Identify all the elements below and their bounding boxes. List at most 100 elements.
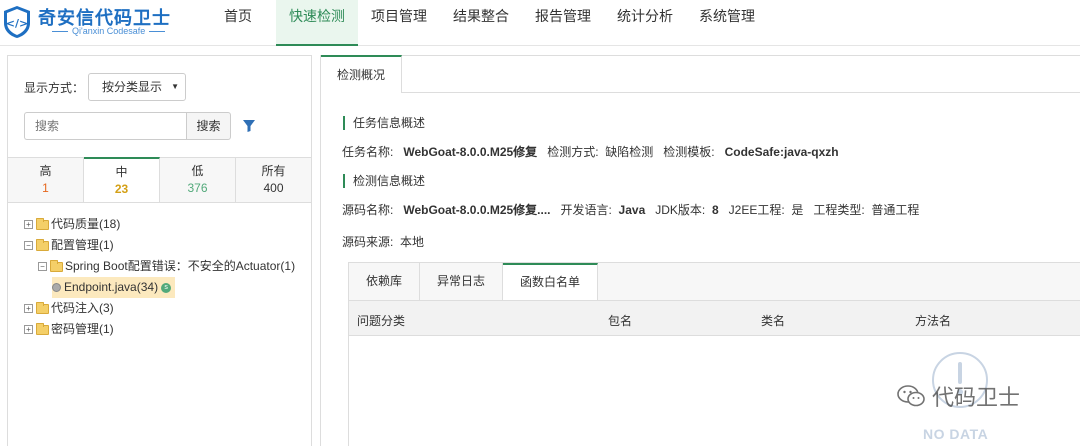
jdk-label: JDK版本: (655, 203, 706, 217)
expand-icon[interactable]: + (24, 220, 33, 229)
detail-tabs: 依赖库 异常日志 函数白名单 (348, 262, 1080, 301)
column-header-method[interactable]: 方法名 (915, 312, 951, 329)
tab-dependencies[interactable]: 依赖库 (349, 263, 421, 300)
tree-node[interactable]: − Spring Boot配置错误：不安全的Actuator(1) (24, 256, 309, 277)
j2ee-label: J2EE工程: (728, 203, 785, 217)
tree-node-label: 代码注入(3) (51, 301, 114, 315)
level-count: 376 (187, 181, 208, 195)
level-count: 1 (42, 181, 49, 195)
display-mode-label: 显示方式： (24, 80, 85, 95)
watermark: 代码卫士 (896, 380, 1020, 412)
search-row: 搜索 (24, 112, 256, 140)
tree-node[interactable]: Endpoint.java(34) s (24, 277, 309, 298)
detect-method-label: 检测方式: (547, 145, 599, 159)
nav-system[interactable]: 系统管理 (686, 0, 768, 46)
j2ee-value: 是 (791, 203, 804, 217)
search-input[interactable] (24, 112, 186, 140)
table-header: 问题分类 包名 类名 方法名 (349, 300, 1080, 336)
top-header: </> 奇安信代码卫士 Qi'anxin Codesafe 首页 快速检测 项目… (0, 0, 1080, 46)
task-info-line: 任务名称: WebGoat-8.0.0.M25修复 检测方式: 缺陷检测 检测模… (342, 143, 839, 160)
task-name-label: 任务名称: (342, 145, 394, 159)
source-name-value: WebGoat-8.0.0.M25修复.... (403, 203, 551, 217)
tab-high[interactable]: 高 1 (8, 158, 84, 202)
detect-section-title: 检测信息概述 (343, 174, 425, 188)
level-count: 23 (114, 182, 129, 196)
source-origin-value: 本地 (400, 235, 425, 249)
tab-error-log[interactable]: 异常日志 (420, 263, 504, 300)
level-name: 低 (191, 164, 204, 178)
tree-node-label: 代码质量(18) (51, 217, 121, 231)
tree-node-label: Spring Boot配置错误：不安全的Actuator(1) (65, 259, 296, 273)
nav-results[interactable]: 结果整合 (440, 0, 522, 46)
tree-node-label: Endpoint.java(34) (64, 280, 159, 294)
task-name-value: WebGoat-8.0.0.M25修复 (403, 145, 538, 159)
nav-statistics[interactable]: 统计分析 (604, 0, 686, 46)
folder-open-icon (50, 259, 63, 272)
svg-text:</>: </> (6, 17, 28, 30)
tree-node[interactable]: − 配置管理(1) (24, 235, 309, 256)
detect-method-value: 缺陷检测 (605, 145, 654, 159)
tab-divider (402, 92, 1080, 93)
main-nav: 首页 快速检测 项目管理 结果整合 报告管理 统计分析 系统管理 (200, 0, 768, 46)
tab-function-whitelist[interactable]: 函数白名单 (503, 263, 599, 301)
wechat-icon (897, 385, 925, 407)
display-mode-row: 显示方式： 按分类显示 ▼ (24, 73, 187, 101)
jdk-value: 8 (711, 203, 719, 217)
level-name: 中 (115, 165, 128, 179)
display-mode-value: 按分类显示 (102, 80, 163, 94)
tree-node[interactable]: + 代码质量(18) (24, 214, 309, 235)
issue-tree: + 代码质量(18) − 配置管理(1) − Spring Boot配置错误：不… (24, 214, 309, 340)
left-panel: 显示方式： 按分类显示 ▼ 搜索 高 1 中 23 低 376 所有 400 (7, 55, 312, 446)
folder-open-icon (36, 238, 49, 251)
display-mode-select[interactable]: 按分类显示 ▼ (88, 73, 187, 101)
selected-leaf[interactable]: Endpoint.java(34) s (52, 277, 176, 298)
watermark-text: 代码卫士 (932, 386, 1021, 411)
collapse-icon[interactable]: − (24, 241, 33, 250)
detect-info-line: 源码名称: WebGoat-8.0.0.M25修复.... 开发语言: Java… (342, 201, 919, 218)
source-name-label: 源码名称: (342, 203, 394, 217)
status-badge: s (161, 282, 172, 293)
nav-reports[interactable]: 报告管理 (522, 0, 604, 46)
nav-projects[interactable]: 项目管理 (358, 0, 440, 46)
column-header-class[interactable]: 类名 (761, 312, 785, 329)
search-button[interactable]: 搜索 (186, 112, 231, 140)
tree-node-label: 密码管理(1) (51, 322, 114, 336)
severity-tabs: 高 1 中 23 低 376 所有 400 (8, 157, 311, 203)
tree-node[interactable]: + 代码注入(3) (24, 298, 309, 319)
expand-icon[interactable]: + (24, 325, 33, 334)
shield-code-icon: </> (4, 6, 30, 38)
nav-home[interactable]: 首页 (200, 0, 276, 46)
folder-icon (36, 301, 49, 314)
tree-node-label: 配置管理(1) (51, 238, 114, 252)
folder-icon (36, 217, 49, 230)
tab-overview[interactable]: 检测概况 (321, 55, 402, 93)
language-value: Java (618, 203, 646, 217)
folder-icon (36, 322, 49, 335)
tab-medium[interactable]: 中 23 (84, 157, 160, 202)
level-count: 400 (263, 181, 284, 195)
task-section-title: 任务信息概述 (343, 116, 425, 130)
filter-icon[interactable] (242, 119, 256, 133)
tab-all[interactable]: 所有 400 (236, 158, 311, 202)
level-name: 高 (39, 164, 52, 178)
tree-node[interactable]: + 密码管理(1) (24, 319, 309, 340)
project-type-value: 普通工程 (871, 203, 920, 217)
logo-subtitle: Qi'anxin Codesafe (48, 26, 169, 36)
whitelist-table: 问题分类 包名 类名 方法名 NO DATA (348, 300, 1080, 446)
column-header-category[interactable]: 问题分类 (357, 312, 405, 329)
column-header-package[interactable]: 包名 (608, 312, 632, 329)
project-type-label: 工程类型: (813, 203, 865, 217)
collapse-icon[interactable]: − (38, 262, 47, 271)
level-name: 所有 (261, 164, 286, 178)
language-label: 开发语言: (560, 203, 612, 217)
source-origin-line: 源码来源: 本地 (342, 233, 424, 250)
expand-icon[interactable]: + (24, 304, 33, 313)
nav-quick-scan[interactable]: 快速检测 (276, 0, 358, 46)
template-value: CodeSafe:java-qxzh (724, 145, 839, 159)
file-dot-icon (52, 283, 61, 292)
source-origin-label: 源码来源: (342, 235, 394, 249)
caret-down-icon: ▼ (171, 82, 180, 91)
tab-low[interactable]: 低 376 (160, 158, 236, 202)
no-data-text: NO DATA (923, 426, 989, 442)
logo[interactable]: </> 奇安信代码卫士 Qi'anxin Codesafe (2, 2, 192, 42)
